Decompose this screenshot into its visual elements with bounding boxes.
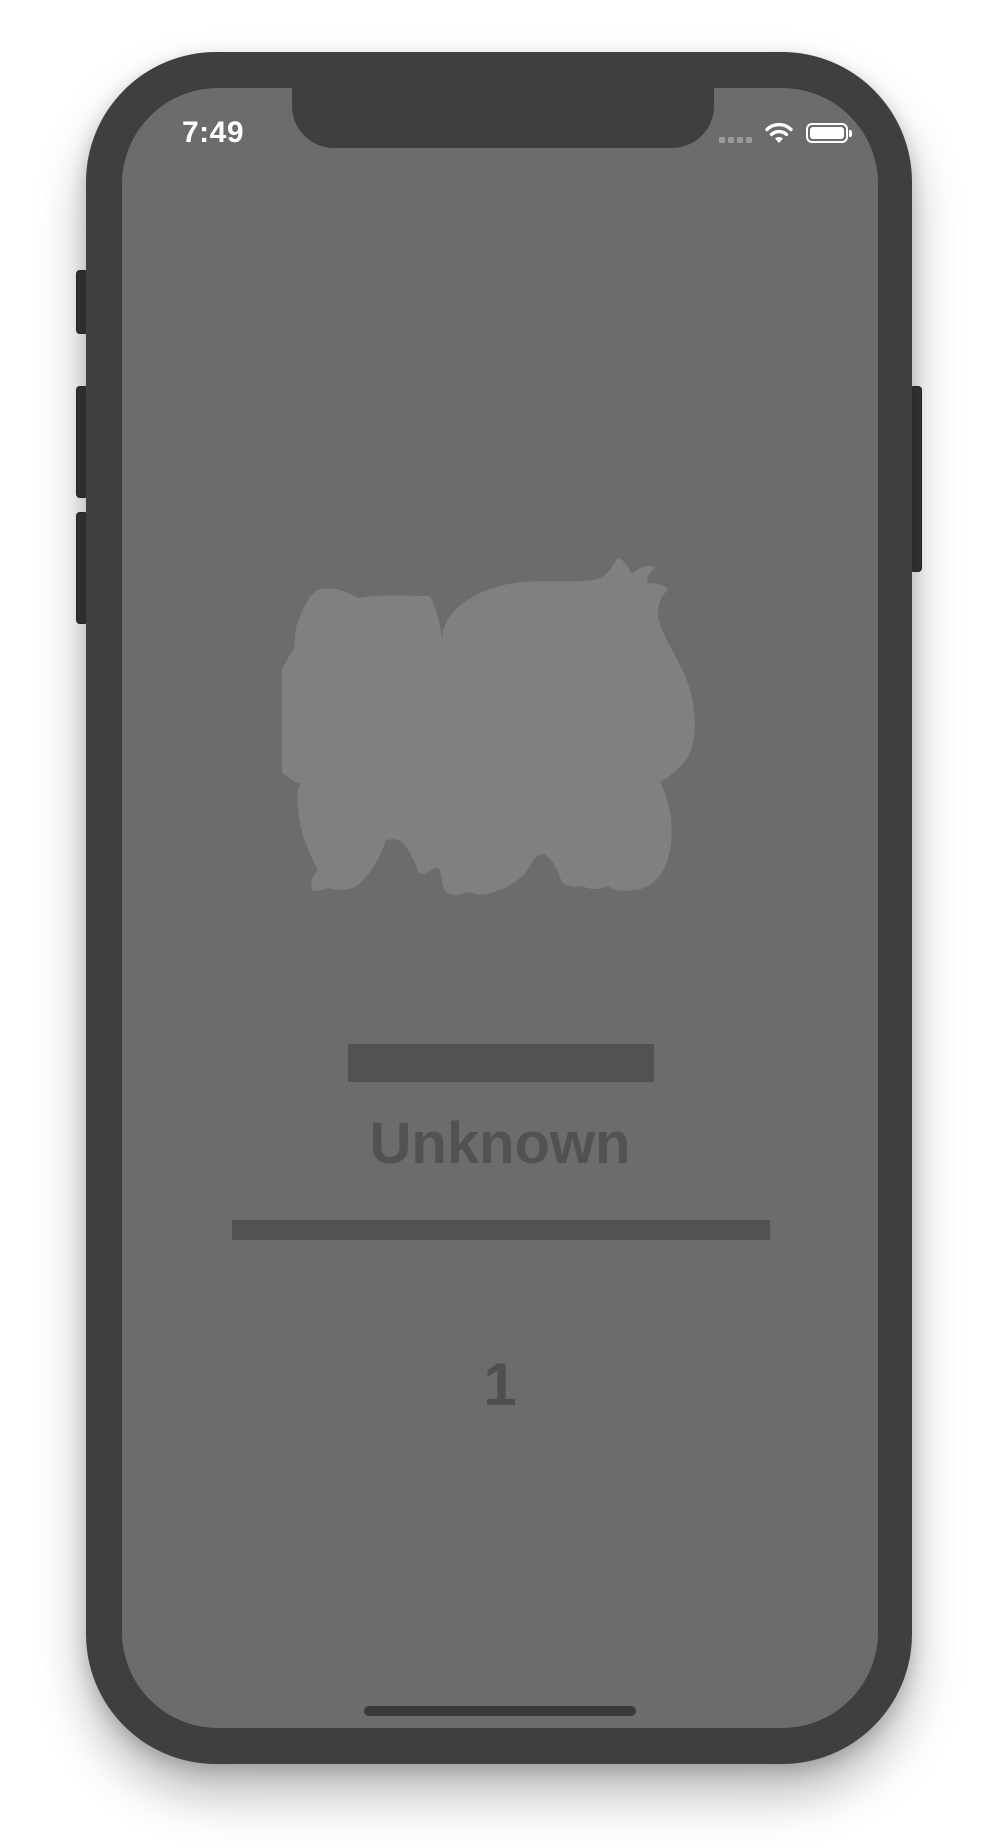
battery-level <box>810 127 844 139</box>
status-icons <box>719 120 852 146</box>
app-screen: 7:49 Unknown 1 <box>122 88 878 1728</box>
pokemon-number: 1 <box>483 1351 517 1418</box>
battery-icon <box>806 123 852 143</box>
device-mockup: 7:49 Unknown 1 <box>0 0 1000 1848</box>
pokemon-name: Unknown <box>369 1111 631 1176</box>
home-indicator[interactable] <box>364 1706 636 1716</box>
cellular-signal-icon <box>719 123 752 143</box>
loading-placeholder-bar <box>348 1044 654 1082</box>
notch <box>292 88 714 148</box>
wifi-icon <box>765 122 793 143</box>
phone-frame: 7:49 Unknown 1 <box>86 52 912 1764</box>
status-time: 7:49 <box>182 116 245 149</box>
pokemon-silhouette-image <box>282 558 695 895</box>
loading-placeholder-line <box>232 1220 770 1240</box>
